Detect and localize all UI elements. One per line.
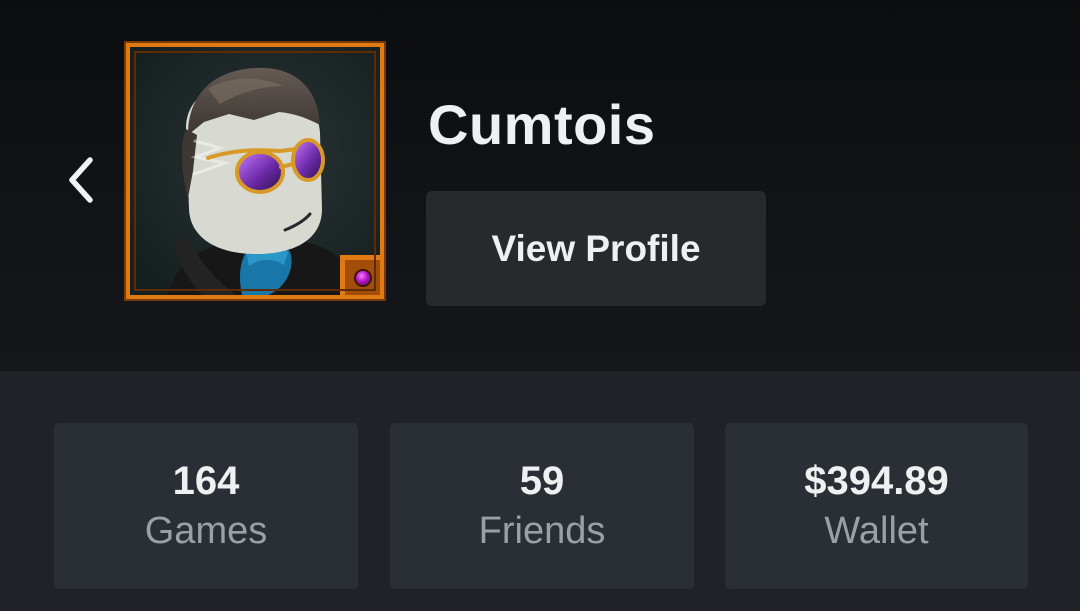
wallet-label: Wallet (824, 510, 929, 552)
chevron-left-icon (69, 157, 93, 203)
wallet-balance: $394.89 (804, 459, 949, 503)
profile-screen: Cumtois View Profile 164 Games 59 Friend… (0, 0, 1080, 611)
games-label: Games (144, 510, 268, 552)
profile-avatar[interactable] (124, 41, 386, 301)
friends-label: Friends (478, 510, 606, 552)
friends-count: 59 (519, 459, 565, 503)
wallet-stat-card[interactable]: $394.89 Wallet (725, 423, 1028, 589)
avatar-frame-badge (340, 255, 380, 295)
profile-stats: 164 Games 59 Friends $394.89 Wallet (0, 371, 1080, 611)
view-profile-button[interactable]: View Profile (426, 191, 766, 306)
friends-stat-card[interactable]: 59 Friends (390, 423, 694, 589)
profile-header: Cumtois View Profile (0, 0, 1080, 371)
games-stat-card[interactable]: 164 Games (54, 423, 358, 589)
profile-username: Cumtois (428, 93, 656, 156)
back-button[interactable] (52, 148, 108, 212)
games-count: 164 (172, 459, 240, 503)
purple-gem-icon (355, 270, 370, 285)
